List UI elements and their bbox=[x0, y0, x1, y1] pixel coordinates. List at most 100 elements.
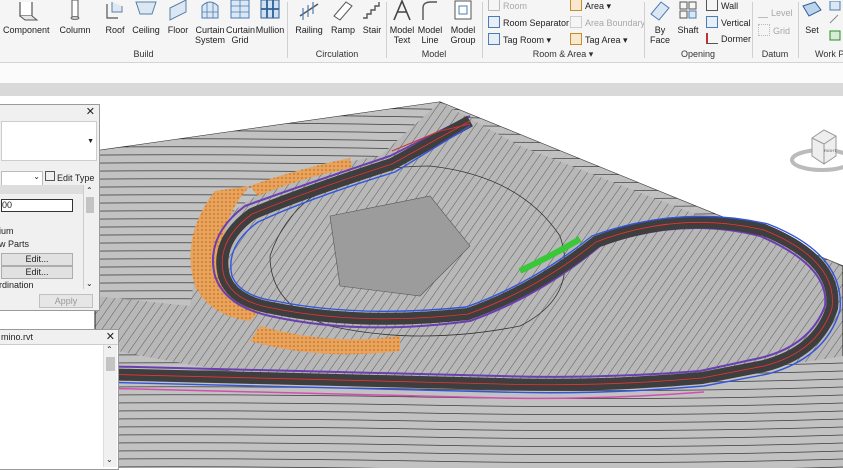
ceiling-label: Ceiling bbox=[132, 25, 160, 35]
properties-scrollbar[interactable]: ⌃ ⌄ bbox=[83, 185, 96, 289]
railing-label: Railing bbox=[295, 25, 323, 35]
edit-button-1[interactable]: Edit... bbox=[1, 253, 73, 266]
component-label: Component bbox=[3, 25, 50, 35]
railing-button[interactable]: Railing bbox=[293, 0, 325, 35]
mullion-button[interactable]: Mullion bbox=[255, 0, 285, 35]
project-browser-close-button[interactable]: ✕ bbox=[106, 330, 115, 343]
shaft-icon bbox=[679, 1, 697, 19]
edit-type-icon bbox=[45, 171, 55, 181]
set-label: Set bbox=[805, 25, 819, 35]
model-group-button[interactable]: Model Group bbox=[446, 0, 480, 45]
property-row: rdination bbox=[0, 279, 34, 292]
curtain-grid-button[interactable]: Curtain Grid bbox=[226, 0, 255, 45]
vertical-opening-icon bbox=[706, 16, 718, 28]
build-group-label: Build bbox=[133, 49, 154, 59]
property-value-field[interactable]: 00 bbox=[1, 199, 73, 212]
roof-label: Roof bbox=[105, 25, 125, 35]
room-separator-icon bbox=[488, 16, 500, 28]
by-face-label: By Face bbox=[649, 25, 670, 45]
property-label: w Parts bbox=[0, 239, 30, 249]
work-plane-tools[interactable] bbox=[828, 0, 842, 41]
model-group-icon bbox=[454, 0, 472, 20]
scrollbar-thumb[interactable] bbox=[86, 197, 94, 213]
property-label: rdination bbox=[0, 280, 34, 290]
component-button[interactable]: Component bbox=[3, 0, 50, 35]
column-button[interactable]: Column bbox=[58, 0, 92, 35]
chevron-down-icon: ▼ bbox=[87, 138, 94, 145]
ceiling-button[interactable]: Ceiling bbox=[130, 0, 162, 35]
dormer-icon bbox=[706, 33, 718, 44]
stair-button[interactable]: Stair bbox=[358, 0, 386, 35]
component-icon bbox=[19, 2, 39, 21]
wall-opening-icon bbox=[706, 0, 718, 11]
type-selector[interactable]: ▼ bbox=[1, 121, 97, 161]
model-group-label: Model Group bbox=[450, 25, 476, 45]
curtain-grid-icon bbox=[230, 0, 250, 19]
room-label: Room bbox=[503, 1, 528, 11]
viewcube[interactable]: RIGHT bbox=[790, 124, 843, 184]
tag-area-button[interactable]: Tag Area ▾ bbox=[570, 33, 628, 46]
chevron-down-icon: ⌄ bbox=[33, 172, 40, 181]
show-work-plane-icon bbox=[829, 0, 841, 41]
floor-button[interactable]: Floor bbox=[164, 0, 192, 35]
mullion-icon bbox=[260, 0, 280, 19]
model-text-label: Model Text bbox=[389, 25, 415, 45]
grid-button[interactable]: Grid bbox=[758, 24, 790, 36]
properties-panel: ✕ ▼ ⌄ Edit Type 00 ium w Parts Edit... E… bbox=[0, 104, 100, 311]
chevron-down-icon: ⌄ bbox=[106, 455, 113, 464]
chevron-down-icon: ▾ bbox=[623, 35, 628, 45]
floor-icon bbox=[169, 0, 187, 21]
view-title-bar bbox=[0, 83, 843, 96]
3d-viewport[interactable]: RIGHT bbox=[0, 96, 843, 468]
edit-type-button[interactable]: Edit Type bbox=[45, 171, 94, 183]
room-area-group-label[interactable]: Room & Area ▾ bbox=[482, 49, 644, 60]
room-button[interactable]: Room bbox=[488, 0, 527, 11]
edit-button-2[interactable]: Edit... bbox=[1, 266, 73, 279]
mullion-label: Mullion bbox=[255, 25, 285, 35]
vertical-label: Vertical bbox=[721, 18, 751, 28]
property-label: ium bbox=[0, 226, 14, 236]
area-boundary-icon bbox=[570, 16, 582, 28]
grid-label: Grid bbox=[773, 26, 791, 36]
model-line-label: Model Line bbox=[417, 25, 443, 45]
set-button[interactable]: Set bbox=[800, 0, 824, 35]
instance-filter-dropdown[interactable]: ⌄ bbox=[1, 171, 43, 186]
separator bbox=[798, 2, 799, 58]
tag-room-label: Tag Room bbox=[503, 35, 545, 45]
curtain-system-label: Curtain System bbox=[194, 25, 225, 45]
curtain-system-button[interactable]: Curtain System bbox=[194, 0, 226, 45]
dormer-button[interactable]: Dormer bbox=[706, 33, 751, 44]
room-separator-button[interactable]: Room Separator bbox=[488, 16, 569, 28]
level-button[interactable]: Level bbox=[758, 7, 793, 18]
project-browser-header: mino.rvt ✕ bbox=[0, 330, 118, 345]
view-tab-bar bbox=[0, 63, 843, 83]
property-value-text: 00 bbox=[2, 200, 13, 210]
roof-icon bbox=[106, 2, 123, 19]
apply-button[interactable]: Apply bbox=[39, 294, 93, 308]
wall-opening-button[interactable]: Wall bbox=[706, 0, 738, 11]
area-icon bbox=[570, 0, 582, 11]
model-text-button[interactable]: Model Text bbox=[388, 0, 416, 45]
set-work-plane-icon bbox=[802, 1, 822, 17]
vertical-opening-button[interactable]: Vertical bbox=[706, 16, 751, 28]
browser-scrollbar[interactable]: ⌃ ⌄ bbox=[103, 345, 117, 467]
properties-close-button[interactable]: ✕ bbox=[86, 105, 95, 118]
model-line-button[interactable]: Model Line bbox=[416, 0, 444, 45]
circulation-group-label: Circulation bbox=[315, 49, 359, 59]
area-boundary-label: Area Boundary bbox=[585, 18, 646, 28]
floor-label: Floor bbox=[167, 25, 189, 35]
roof-button[interactable]: Roof bbox=[101, 0, 129, 35]
area-button[interactable]: Area ▾ bbox=[570, 0, 611, 12]
column-label: Column bbox=[59, 25, 91, 35]
opening-group-label: Opening bbox=[680, 49, 716, 59]
project-browser-panel: mino.rvt ✕ ⌃ ⌄ bbox=[0, 329, 119, 470]
shaft-button[interactable]: Shaft bbox=[674, 0, 702, 35]
scrollbar-thumb[interactable] bbox=[106, 357, 115, 371]
shaft-label: Shaft bbox=[677, 25, 699, 35]
room-icon bbox=[488, 0, 500, 11]
by-face-button[interactable]: By Face bbox=[647, 0, 673, 45]
ramp-button[interactable]: Ramp bbox=[329, 0, 357, 35]
area-boundary-button[interactable]: Area Boundary bbox=[570, 16, 645, 28]
tag-room-button[interactable]: Tag Room ▾ bbox=[488, 33, 551, 46]
room-area-label: Room & Area bbox=[532, 49, 587, 59]
